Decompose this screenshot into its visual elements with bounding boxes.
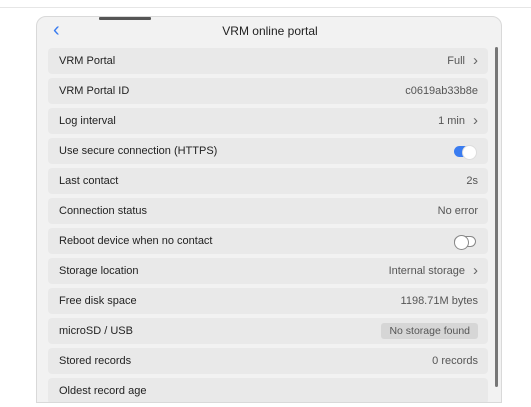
row-value: Full	[447, 55, 465, 67]
row-secure-connection: Use secure connection (HTTPS)	[48, 138, 488, 164]
row-log-interval[interactable]: Log interval 1 min ›	[48, 108, 488, 134]
row-value: Internal storage	[388, 265, 465, 277]
row-label: VRM Portal	[59, 55, 116, 67]
row-label: Connection status	[59, 205, 148, 217]
row-value: 0 records	[432, 355, 478, 367]
settings-list: VRM Portal Full › VRM Portal ID c0619ab3…	[48, 48, 488, 402]
row-free-disk-space: Free disk space 1198.71M bytes	[48, 288, 488, 314]
row-value-group: Full ›	[447, 52, 478, 69]
row-value-group: 1 min ›	[438, 112, 478, 129]
row-value: 1 min	[438, 115, 465, 127]
row-label: Storage location	[59, 265, 139, 277]
row-label: Last contact	[59, 175, 119, 187]
chevron-right-icon: ›	[473, 262, 478, 279]
top-divider	[0, 7, 531, 8]
row-reboot-device: Reboot device when no contact	[48, 228, 488, 254]
scrollbar[interactable]	[495, 47, 498, 387]
row-oldest-record-age: Oldest record age	[48, 378, 488, 402]
chevron-right-icon: ›	[473, 112, 478, 129]
row-label: microSD / USB	[59, 325, 133, 337]
row-value: 2s	[466, 175, 478, 187]
row-vrm-portal[interactable]: VRM Portal Full ›	[48, 48, 488, 74]
row-connection-status: Connection status No error	[48, 198, 488, 224]
row-stored-records: Stored records 0 records	[48, 348, 488, 374]
reboot-toggle[interactable]	[454, 234, 476, 250]
header: ‹ VRM online portal	[37, 17, 501, 45]
row-label: Oldest record age	[59, 385, 147, 397]
row-value: No error	[437, 205, 478, 217]
row-value-group: Internal storage ›	[388, 262, 478, 279]
row-last-contact: Last contact 2s	[48, 168, 488, 194]
row-value: c0619ab33b8e	[405, 85, 478, 97]
row-label: VRM Portal ID	[59, 85, 130, 97]
row-microsd-usb: microSD / USB No storage found	[48, 318, 488, 344]
row-label: Use secure connection (HTTPS)	[59, 145, 218, 157]
row-label: Free disk space	[59, 295, 137, 307]
page-title: VRM online portal	[222, 24, 318, 38]
device-frame: ‹ VRM online portal VRM Portal Full › VR…	[36, 16, 502, 403]
chevron-right-icon: ›	[473, 52, 478, 69]
row-label: Log interval	[59, 115, 116, 127]
row-label: Stored records	[59, 355, 132, 367]
row-storage-location[interactable]: Storage location Internal storage ›	[48, 258, 488, 284]
row-label: Reboot device when no contact	[59, 235, 213, 247]
row-value: 1198.71M bytes	[400, 295, 478, 307]
storage-status-badge: No storage found	[381, 323, 478, 339]
screen: ‹ VRM online portal VRM Portal Full › VR…	[0, 0, 531, 407]
row-vrm-portal-id: VRM Portal ID c0619ab33b8e	[48, 78, 488, 104]
https-toggle[interactable]	[454, 144, 477, 160]
